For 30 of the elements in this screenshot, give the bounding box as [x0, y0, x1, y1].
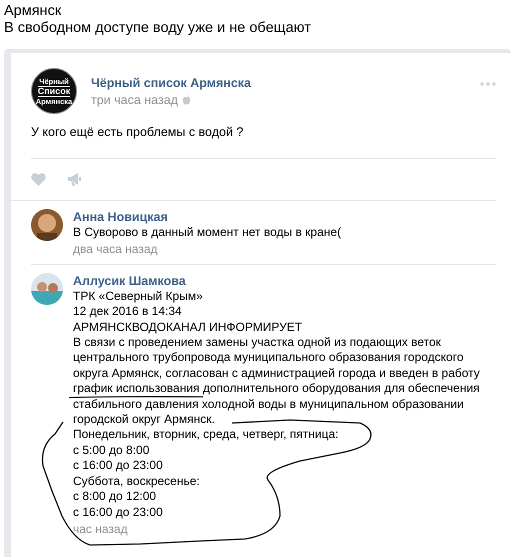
comment-text-line: В Суворово в данный момент нет воды в кране(	[73, 226, 342, 240]
comment-text-line: АРМЯНСКВОДОКАНАЛ ИНФОРМИРУЕТ	[73, 320, 302, 334]
heart-icon[interactable]	[31, 173, 46, 186]
post-time[interactable]: три часа назад	[91, 92, 178, 106]
post-text: У кого ещё есть проблемы с водой ?	[31, 125, 244, 139]
comment-text-line: с 16:00 до 23:00	[73, 506, 163, 519]
author-link[interactable]: Чёрный список Армянска	[91, 76, 466, 90]
commenter-link[interactable]: Аллусик Шамкова	[73, 272, 186, 290]
comment-text-line: с 8:00 до 12:00	[73, 490, 156, 504]
logo-text: Список	[38, 86, 70, 96]
heading-text: Армянск	[3, 3, 62, 20]
megaphone-icon[interactable]	[68, 173, 82, 186]
comment-text-line: с 5:00 до 8:00	[73, 444, 150, 458]
comment-text-line: Суббота, воскресенье:	[73, 474, 200, 488]
comment-text-line: 12 дек 2016 в 14:34	[73, 305, 182, 319]
apple-icon	[182, 94, 191, 104]
comment-text-line: городской округ Армянск.	[73, 413, 215, 426]
more-icon[interactable]	[480, 82, 496, 86]
comment-text-line: ТРК «Северный Крым»	[73, 290, 203, 304]
comment-text-line: с 16:00 до 23:00	[73, 459, 163, 473]
comment-text-line: график использования дополнительного оборудования для обеспечения	[73, 382, 480, 396]
comment-text-line: Понедельник, вторник, среда, четверг, пятница:	[73, 428, 339, 442]
comment-time[interactable]: два часа назад	[73, 242, 158, 258]
comment-text-line: В связи с проведением замены участка одной из подающих веток	[73, 336, 441, 350]
commenter-link[interactable]: Анна Новицкая	[73, 209, 168, 226]
comment-time[interactable]: час назад	[73, 522, 128, 538]
comment-text-line: округа Армянск, согласован с администрацией города и введен в работу	[73, 366, 480, 380]
comment-text-line: центрального трубопровода муниципального образования городского	[73, 351, 464, 365]
comment-text-line: стабильного давления холодной воды в муниципальном образовании	[73, 398, 464, 412]
heading-text: В свободном доступе воду уже и не обещают	[3, 20, 312, 37]
